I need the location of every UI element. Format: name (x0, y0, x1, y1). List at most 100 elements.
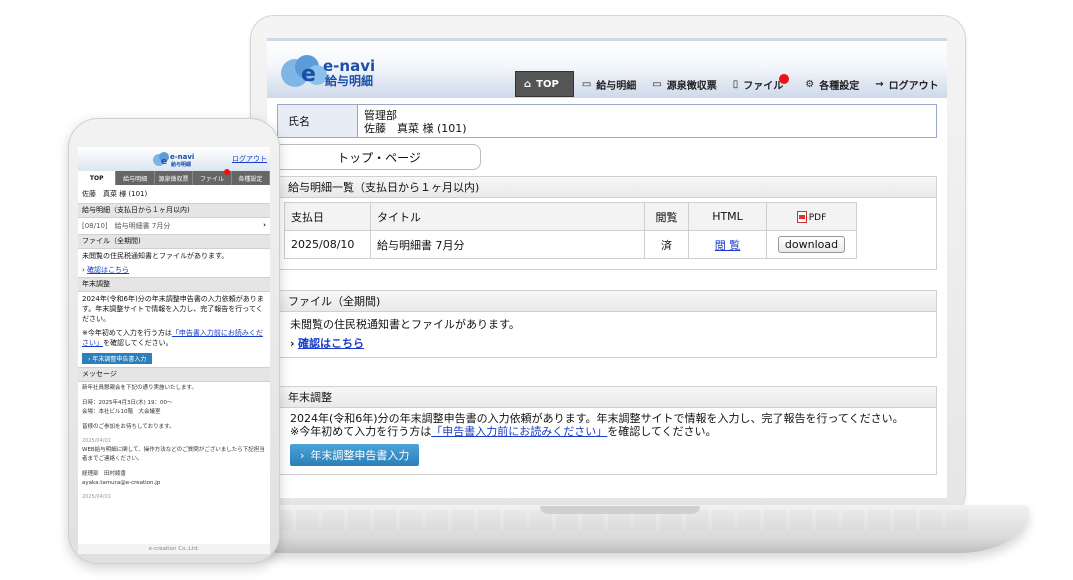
phone-tab-settings[interactable]: 各種設定 (232, 171, 270, 185)
nav-withholding[interactable]: ▭ 源泉徴収票 (644, 71, 724, 97)
phone-nenmatsu-note-post: を確認してください。 (103, 339, 173, 347)
laptop-notch (540, 506, 700, 514)
table-row: 2025/08/10 給与明細書 7月分 済 閲 覧 download (284, 230, 857, 259)
phone-nenmatsu-text: 2024年(令和6年)分の年末調整申告書の入力依頼があります。年末調整サイトで情… (82, 295, 264, 323)
main-nav: ⌂ TOP ▭ 給与明細 ▭ 源泉徴収票 ▯ ファイル ⚙ 各種設定 → ログア… (515, 71, 947, 97)
row-date: 2025/08/10 (284, 230, 371, 259)
phone-payslip-item-label: [08/10] 給与明細書 7月分 (82, 222, 171, 230)
view-html-link[interactable]: 閲 覧 (715, 239, 741, 252)
files-confirm-link[interactable]: 確認はこちら (298, 337, 364, 350)
nenmatsu-button-label: 年末調整申告書入力 (310, 448, 410, 462)
phone-nenmatsu-button-label: 年末調整申告書入力 (92, 356, 147, 363)
nenmatsu-text: 2024年(令和6年)分の年末調整申告書の入力依頼があります。年末調整サイトで情… (290, 412, 904, 425)
chevron-right-icon: › (263, 221, 266, 229)
nenmatsu-note-post: を確認してください。 (607, 425, 717, 438)
svg-text:e: e (161, 157, 167, 167)
laptop-screen: e e-navi 給与明細 ⌂ TOP ▭ 給与明細 ▭ 源泉徴収票 ▯ ファイ… (267, 38, 947, 498)
phone-msg-line: 皆様のご参加をお待ちしております。 (82, 424, 175, 430)
nenmatsu-note-pre: ※今年初めて入力を行う方は (290, 425, 432, 438)
site-header: e e-navi 給与明細 ⌂ TOP ▭ 給与明細 ▭ 源泉徴収票 ▯ ファイ… (267, 38, 947, 98)
gear-icon: ⚙ (805, 78, 815, 90)
phone-nenmatsu-note-pre: ※今年初めて入力を行う方は (82, 329, 172, 337)
chevron-right-icon: › (290, 337, 295, 350)
phone-nenmatsu-note: ※今年初めて入力を行う方は「申告書入力前にお読みください」を確認してください。 (78, 326, 270, 350)
nav-file[interactable]: ▯ ファイル (725, 71, 798, 97)
phone-files-link[interactable]: 確認はこちら (87, 266, 129, 274)
file-icon: ▯ (732, 78, 739, 90)
phone-nenmatsu-heading: 年末調整 (78, 277, 270, 292)
chevron-right-icon: › (300, 448, 305, 462)
phone-files-link-row: › 確認はこちら (78, 263, 270, 277)
enavi-logo: e e-navi 給与明細 (281, 55, 375, 88)
nav-top[interactable]: ⌂ TOP (515, 71, 574, 97)
phone-tab-payslip[interactable]: 給与明細 (116, 171, 155, 185)
phone-tab-withholding[interactable]: 源泉徴収票 (155, 171, 194, 185)
files-link-row: › 確認はこちら (290, 335, 924, 351)
files-section-heading: ファイル（全期間) (277, 290, 937, 312)
svg-text:e: e (301, 62, 316, 87)
col-html: HTML (688, 202, 767, 231)
phone-msg-line: 経理部 田村綾香 (82, 471, 127, 477)
payslip-section-heading: 給与明細一覧（支払日から１ヶ月以内) (277, 176, 937, 198)
main-content: 氏名 管理部 佐藤 真菜 様 (101) トップ・ページ 給与明細一覧（支払日か… (267, 98, 947, 475)
logout-icon: → (875, 78, 884, 90)
tab-top-page[interactable]: トップ・ページ (277, 144, 481, 170)
row-viewed: 済 (644, 230, 689, 259)
phone-tab-file[interactable]: ファイル (193, 169, 232, 185)
phone-footer: e-creation Co.,Ltd. (78, 544, 270, 554)
nav-settings-label: 各種設定 (819, 80, 860, 92)
col-pdf-label: PDF (808, 213, 827, 223)
chevron-right-icon: › (82, 266, 85, 274)
nav-file-label: ファイル (743, 80, 784, 92)
pdf-icon (796, 211, 807, 223)
notification-badge (223, 169, 230, 175)
nenmatsu-section: 2024年(令和6年)分の年末調整申告書の入力依頼があります。年末調整サイトで情… (277, 408, 937, 475)
phone-files-text: 未閲覧の住民税通知書とファイルがあります。 (82, 252, 229, 260)
svg-text:給与明細: 給与明細 (171, 161, 191, 168)
phone-logout-link[interactable]: ログアウト (232, 154, 267, 164)
phone-screen: e e-navi 給与明細 ログアウト TOP 給与明細 源泉徴収票 ファイル … (78, 147, 270, 554)
nenmatsu-section-heading: 年末調整 (277, 386, 937, 408)
files-text: 未閲覧の住民税通知書とファイルがあります。 (290, 318, 520, 331)
user-dept: 管理部 (364, 109, 397, 122)
phone-msg-date: 2025/04/01 (82, 494, 111, 500)
nenmatsu-note: ※今年初めて入力を行う方は「申告書入力前にお読みください」を確認してください。 (290, 425, 924, 438)
enavi-logo: e e-navi 給与明細 (153, 152, 194, 168)
svg-text:e-navi: e-navi (170, 153, 194, 161)
nav-payslip[interactable]: ▭ 給与明細 (574, 71, 644, 97)
nenmatsu-input-button[interactable]: › 年末調整申告書入力 (290, 444, 420, 466)
row-html-cell: 閲 覧 (688, 230, 767, 259)
phone-msg-line: WEB給与明細に関して、操作方法などのご質問がございましたら下記担当者までご連絡… (82, 447, 265, 462)
row-title: 給与明細書 7月分 (370, 230, 645, 259)
phone-files-heading: ファイル（全期間) (78, 234, 270, 249)
files-section: 未閲覧の住民税通知書とファイルがあります。 › 確認はこちら (277, 312, 937, 358)
row-pdf-cell: download (766, 230, 857, 259)
user-info: 氏名 管理部 佐藤 真菜 様 (101) (277, 104, 937, 138)
svg-text:e-navi: e-navi (323, 57, 375, 75)
name-label: 氏名 (278, 105, 358, 137)
phone-tab-top[interactable]: TOP (78, 171, 117, 185)
read-before-link[interactable]: 「申告書入力前にお読みください」 (431, 425, 607, 438)
phone-payslip-item[interactable]: [08/10] 給与明細書 7月分 › (78, 218, 270, 234)
col-pdf: PDF (766, 202, 857, 231)
nav-logout[interactable]: → ログアウト (867, 71, 946, 97)
phone-msg-line: 日時：2025年4月3日(木) 19：00〜 (82, 400, 173, 406)
nav-top-label: TOP (536, 78, 559, 90)
home-icon: ⌂ (524, 78, 532, 90)
name-value: 管理部 佐藤 真菜 様 (101) (358, 105, 473, 137)
col-date: 支払日 (284, 202, 371, 231)
phone-tabs: TOP 給与明細 源泉徴収票 ファイル 各種設定 (78, 169, 270, 185)
monitor-icon: ▭ (581, 78, 592, 90)
nav-settings[interactable]: ⚙ 各種設定 (797, 71, 867, 97)
monitor-icon: ▭ (652, 78, 662, 90)
pdf-download-button[interactable]: download (777, 236, 846, 253)
col-viewed: 閲覧 (644, 202, 689, 231)
table-header-row: 支払日 タイトル 閲覧 HTML PDF (284, 202, 857, 231)
phone-payslip-heading: 給与明細（支払日から１ヶ月以内) (78, 203, 270, 218)
phone-nenmatsu-button[interactable]: › 年末調整申告書入力 (82, 353, 153, 364)
user-name: 佐藤 真菜 様 (101) (364, 122, 467, 135)
phone-user: 佐藤 真菜 様 (101) (82, 190, 148, 198)
nav-payslip-label: 給与明細 (596, 80, 637, 92)
payslip-section: 支払日 タイトル 閲覧 HTML PDF 2025/08/10 給与明細書 7月… (277, 198, 937, 270)
col-title: タイトル (370, 202, 645, 231)
